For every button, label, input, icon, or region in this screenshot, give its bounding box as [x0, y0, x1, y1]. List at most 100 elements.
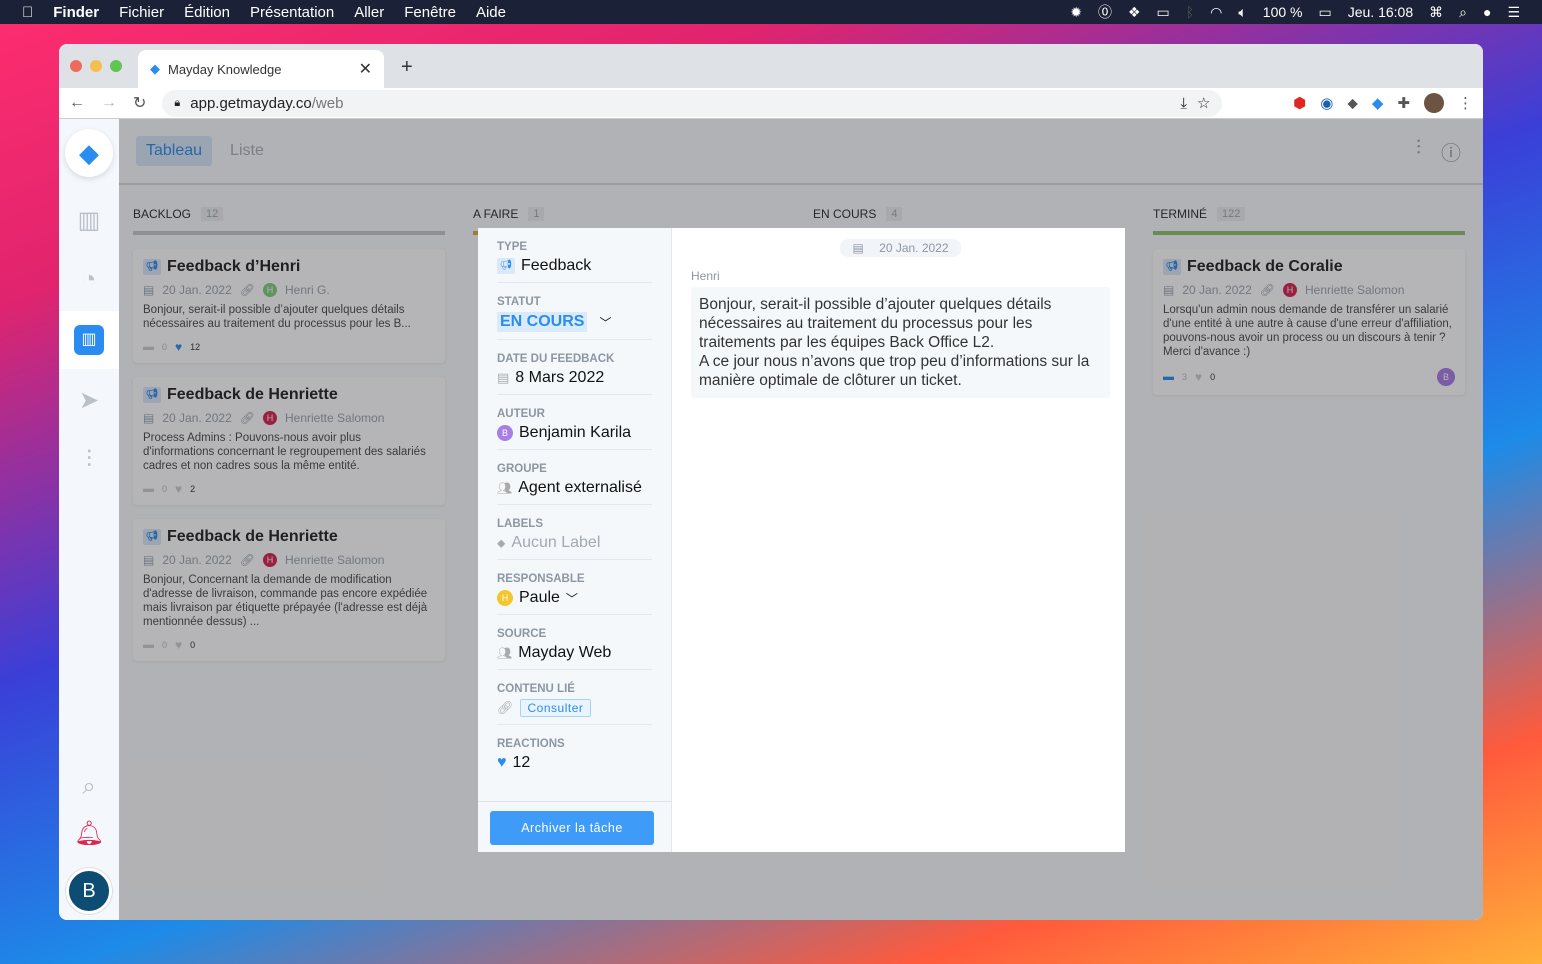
tag-icon: ⬥ — [497, 535, 506, 550]
browser-window: ◆ Mayday Knowledge ✕ + ← → ↻ 🔒︎ app.getm… — [59, 44, 1483, 920]
sidebar-item-knowledge[interactable]: ▥ — [59, 191, 119, 249]
author-label: AUTEUR — [497, 408, 545, 420]
apple-icon[interactable]:  — [22, 4, 33, 21]
address-bar[interactable]: 🔒︎ app.getmayday.co/web ⤓ ☆ — [162, 89, 1223, 117]
source-label: SOURCE — [497, 628, 547, 640]
mayday-logo[interactable]: ◆ — [65, 129, 113, 177]
heart-icon[interactable]: ♥ — [497, 754, 507, 772]
pie-chart-icon: ◔ — [81, 266, 97, 293]
close-window-button[interactable] — [70, 60, 82, 72]
sidebar: ◆ ▥ ◔ ▥ ➤ ⫶ ⌕ 🔔︎ B — [59, 119, 119, 920]
password-manager-icon[interactable]: ⓪ — [1098, 2, 1112, 22]
reload-icon[interactable]: ↻ — [133, 93, 146, 113]
close-tab-icon[interactable]: ✕ — [359, 59, 372, 79]
battery-icon: ▭ — [1318, 3, 1332, 20]
menu-aide[interactable]: Aide — [476, 4, 506, 21]
reactions-label: REACTIONS — [497, 738, 565, 750]
menu-app-name[interactable]: Finder — [53, 4, 99, 21]
bluetooth-icon[interactable]: ᛒ — [1186, 4, 1194, 20]
menu-aller[interactable]: Aller — [354, 4, 384, 21]
owner-avatar: H — [497, 590, 513, 606]
status-label: STATUT — [497, 296, 541, 308]
1password-extension-icon[interactable]: ◉ — [1320, 94, 1333, 112]
chevron-down-icon: ﹀ — [599, 315, 612, 330]
task-message-panel: ▤ 20 Jan. 2022 Henri Bonjour, serait-il … — [672, 228, 1125, 852]
command-icon[interactable]: ⌘ — [1429, 4, 1443, 21]
dropbox-icon[interactable]: ❖ — [1128, 4, 1141, 21]
menu-presentation[interactable]: Présentation — [250, 4, 334, 21]
siri-icon[interactable]: ● — [1483, 4, 1491, 20]
sidebar-item-send[interactable]: ➤ — [59, 371, 119, 429]
source-value: Mayday Web — [518, 644, 612, 661]
tag-extension-icon[interactable]: ⬥ — [1347, 95, 1358, 112]
user-avatar[interactable]: B — [66, 868, 112, 914]
sidebar-item-analytics[interactable]: ◔ — [59, 251, 119, 309]
back-icon[interactable]: ← — [69, 94, 85, 112]
tab-bar: ◆ Mayday Knowledge ✕ + — [59, 44, 1483, 88]
profile-avatar[interactable] — [1424, 93, 1444, 113]
group-value: Agent externalisé — [518, 479, 642, 496]
linked-content-label: CONTENU LIÉ — [497, 683, 575, 695]
control-center-icon[interactable]: ☰ — [1507, 4, 1520, 21]
message-author: Henri — [691, 269, 720, 283]
bookmark-star-icon[interactable]: ☆ — [1197, 94, 1210, 112]
mayday-app: ◆ ▥ ◔ ▥ ➤ ⫶ ⌕ 🔔︎ B Tableau Liste ⫶ ⓘ BACK… — [59, 119, 1483, 920]
status-value: EN COURS — [497, 312, 588, 332]
consult-button[interactable]: Consulter — [519, 699, 592, 717]
new-tab-button[interactable]: + — [401, 56, 413, 79]
group-label: GROUPE — [497, 463, 547, 475]
airplay-icon[interactable]: ▭ — [1157, 4, 1170, 21]
menu-fenetre[interactable]: Fenêtre — [404, 4, 456, 21]
extensions-puzzle-icon[interactable]: ✚ — [1397, 94, 1410, 112]
status-dropdown[interactable]: EN COURS ﹀ — [497, 312, 652, 332]
labels-label: LABELS — [497, 518, 543, 530]
bell-icon: 🔔︎ — [73, 819, 105, 847]
source-icon: 👥︎ — [497, 646, 513, 660]
zoom-window-button[interactable] — [110, 60, 122, 72]
spotlight-icon[interactable]: ⌕ — [1459, 4, 1467, 21]
browser-toolbar: ← → ↻ 🔒︎ app.getmayday.co/web ⤓ ☆ ⬢ ◉ ⬥ … — [59, 88, 1483, 119]
owner-dropdown[interactable]: H Paule ﹀ — [497, 589, 652, 607]
message-date: 20 Jan. 2022 — [873, 239, 955, 257]
minimize-window-button[interactable] — [90, 60, 102, 72]
sidebar-notifications[interactable]: 🔔︎ — [59, 804, 119, 862]
wifi-icon[interactable]: ◠ — [1210, 4, 1222, 21]
sun-icon[interactable]: ✹ — [1070, 4, 1082, 21]
url-path: /web — [311, 94, 344, 112]
sliders-icon: ⫶ — [86, 446, 92, 473]
megaphone-icon: 📢︎ — [497, 258, 515, 274]
type-value: Feedback — [521, 257, 592, 274]
menu-edition[interactable]: Édition — [184, 4, 230, 21]
volume-icon[interactable]: 🔈︎ — [1238, 4, 1246, 21]
macos-menubar:  Finder Fichier Édition Présentation Al… — [0, 0, 1542, 24]
battery-status[interactable]: 100 % — [1263, 4, 1303, 20]
labels-field[interactable]: ⬥ Aucun Label — [497, 534, 652, 552]
author-avatar: B — [497, 425, 513, 441]
install-icon[interactable]: ⤓ — [1180, 95, 1187, 112]
chevron-down-icon: ﹀ — [565, 591, 578, 606]
clock[interactable]: Jeu. 16:08 — [1348, 4, 1413, 20]
sidebar-item-settings[interactable]: ⫶ — [59, 431, 119, 489]
library-icon: ▥ — [77, 206, 101, 234]
divider — [478, 801, 672, 802]
author-value: Benjamin Karila — [519, 424, 632, 441]
mayday-extension-icon[interactable]: ◆ — [1372, 94, 1384, 112]
menu-fichier[interactable]: Fichier — [119, 4, 164, 21]
mayday-favicon-icon: ◆ — [150, 61, 160, 76]
browser-menu-icon[interactable]: ⋮ — [1458, 94, 1473, 112]
sidebar-item-tasks[interactable]: ▥ — [59, 311, 119, 369]
labels-value: Aucun Label — [511, 534, 601, 551]
kanban-icon: ▥ — [74, 325, 104, 355]
adblock-extension-icon[interactable]: ⬢ — [1293, 94, 1306, 112]
task-detail-modal: TYPE 📢︎ Feedback STATUT EN COURS ﹀ DATE DU… — [478, 228, 1125, 852]
calendar-icon: ▤ — [497, 370, 510, 385]
owner-value: Paule — [519, 589, 560, 606]
date-label: DATE DU FEEDBACK — [497, 353, 615, 365]
url-host: app.getmayday.co — [190, 94, 312, 112]
forward-icon[interactable]: → — [101, 94, 117, 112]
paper-plane-icon: ➤ — [78, 386, 100, 414]
tab-title: Mayday Knowledge — [168, 61, 282, 77]
archive-task-button[interactable]: Archiver la tâche — [490, 811, 654, 845]
browser-tab[interactable]: ◆ Mayday Knowledge ✕ — [138, 50, 384, 88]
lock-icon: 🔒︎ — [174, 96, 181, 109]
